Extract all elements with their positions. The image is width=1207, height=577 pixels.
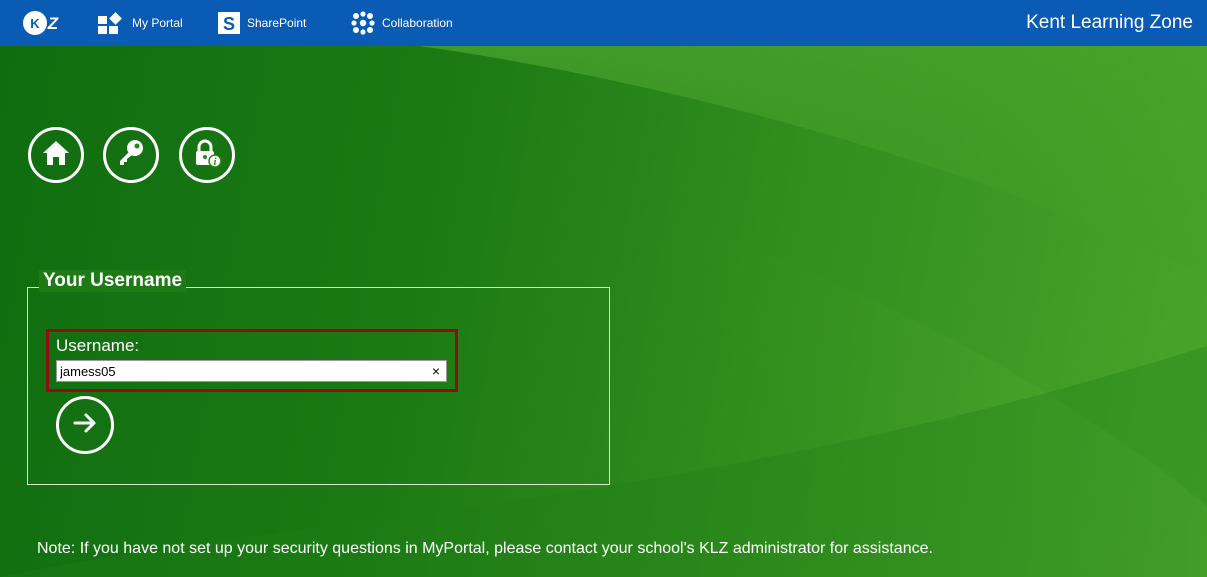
username-label: Username:: [56, 336, 140, 355]
nav-my-portal[interactable]: My Portal: [96, 0, 183, 46]
nav-sharepoint[interactable]: S SharePoint: [217, 0, 306, 46]
fieldset-legend: Your Username: [39, 270, 187, 292]
lock-info-button[interactable]: i: [179, 127, 235, 183]
clear-input-button[interactable]: ×: [432, 362, 440, 380]
sharepoint-icon: S: [217, 11, 241, 35]
nav-collaboration-label: Collaboration: [382, 16, 453, 30]
arrow-right-icon: [70, 408, 100, 443]
home-button[interactable]: [28, 127, 84, 183]
svg-text:Z: Z: [47, 14, 59, 33]
lock-info-icon: i: [191, 137, 223, 174]
svg-text:i: i: [214, 157, 217, 168]
klz-logo[interactable]: K Z: [22, 9, 66, 37]
klz-logo-icon: K Z: [23, 11, 59, 35]
svg-text:K: K: [30, 16, 40, 31]
submit-username-button[interactable]: [56, 396, 114, 454]
nav-collaboration[interactable]: Collaboration: [350, 0, 453, 46]
username-input[interactable]: [57, 361, 423, 381]
site-title: Kent Learning Zone: [1026, 12, 1193, 33]
collaboration-icon: [350, 11, 376, 35]
main-content: i Your Username Username: × Note: If you…: [0, 46, 1207, 577]
home-icon: [41, 138, 71, 173]
my-portal-icon: [96, 11, 126, 35]
nav-sharepoint-label: SharePoint: [247, 16, 307, 30]
svg-text:S: S: [223, 14, 235, 34]
username-field-wrapper: ×: [56, 360, 447, 382]
key-button[interactable]: [103, 127, 159, 183]
key-icon: [115, 137, 147, 174]
top-navigation-bar: K Z My Portal S SharePoint Collaboration…: [0, 0, 1207, 46]
security-note: Note: If you have not set up your securi…: [37, 540, 933, 557]
nav-my-portal-label: My Portal: [132, 16, 183, 30]
